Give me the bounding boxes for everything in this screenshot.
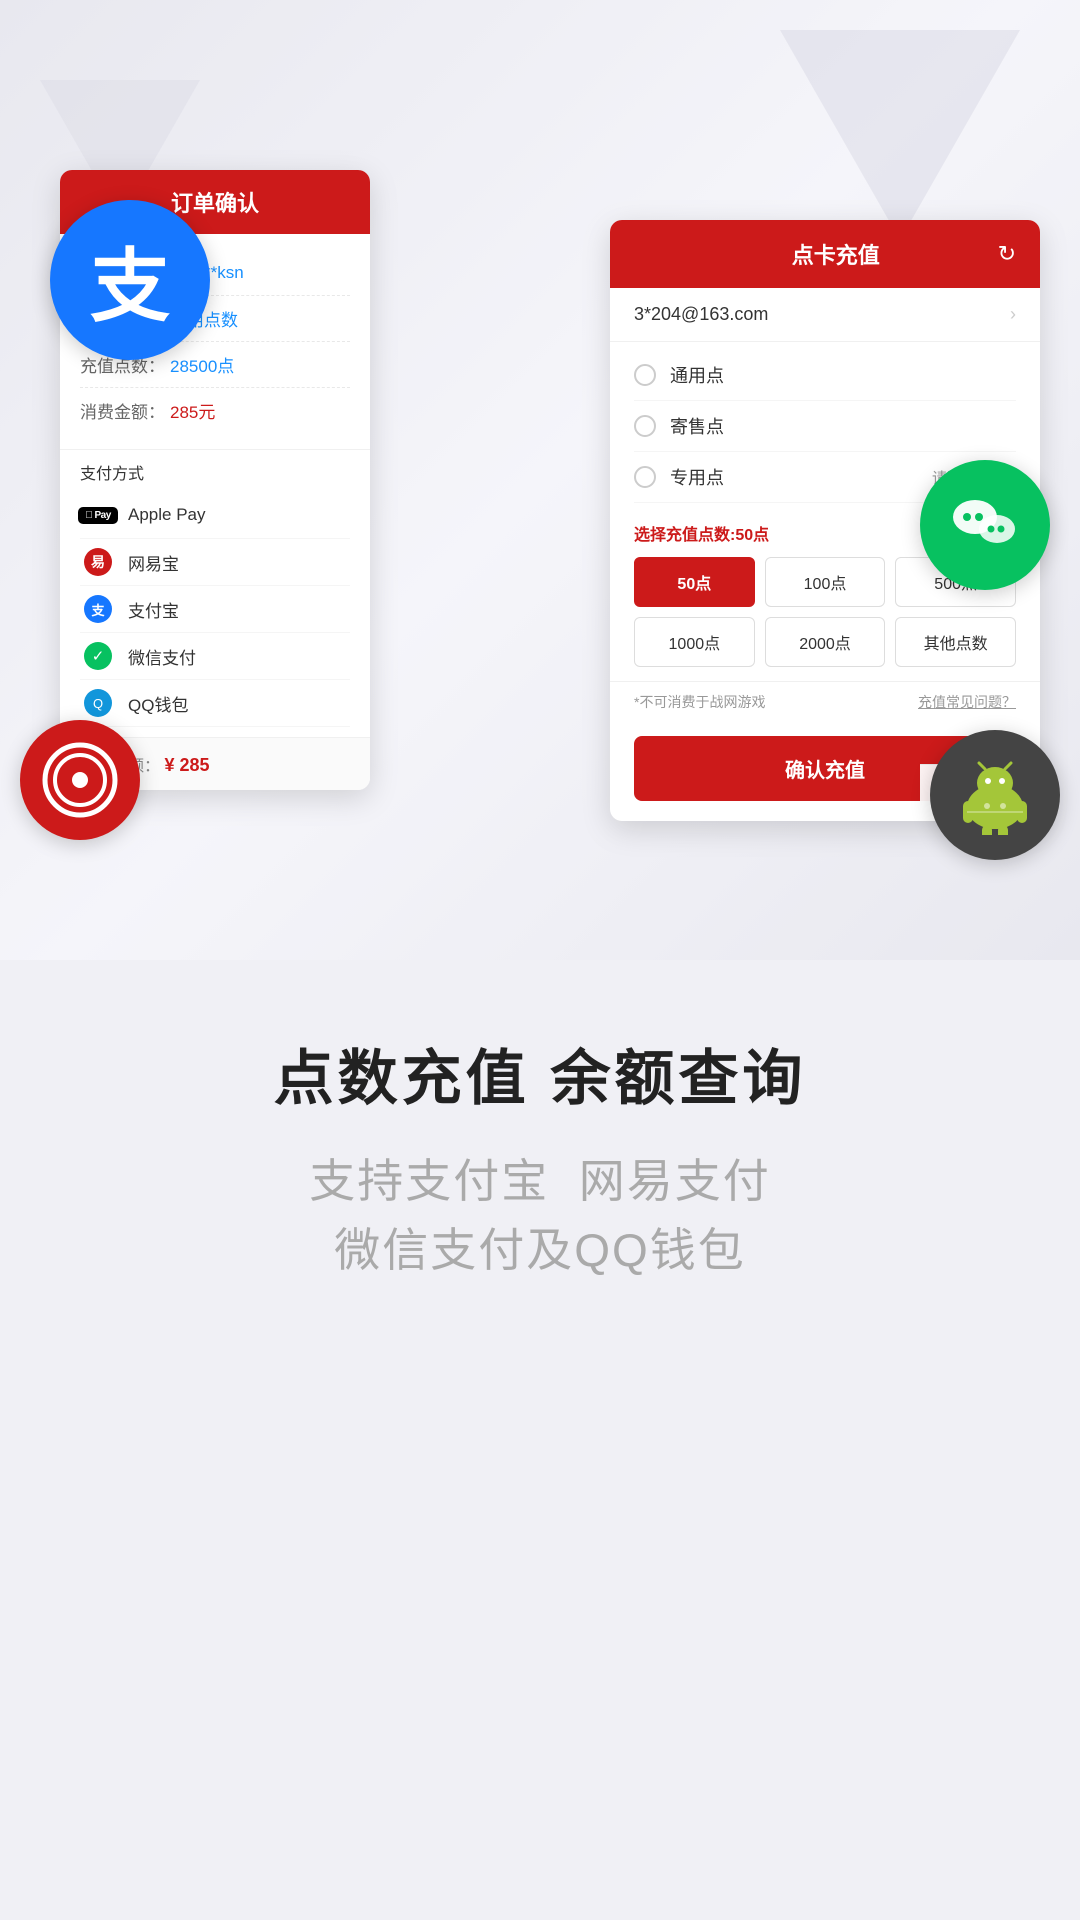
alipay-label: 支付宝 — [128, 597, 179, 622]
qq-icon-wrap: Q — [80, 690, 116, 716]
point-btn-50[interactable]: 50点 — [634, 557, 755, 607]
apple-pay-badge:  Pay — [78, 507, 118, 524]
radio-consignment — [634, 415, 656, 437]
wechat-pay-icon: ✓ — [84, 642, 112, 670]
point-type-general[interactable]: 通用点 — [634, 350, 1016, 401]
qq-pay-icon: Q — [84, 689, 112, 717]
refresh-button[interactable]: ↻ — [998, 241, 1016, 267]
wangyi-floating-logo — [20, 720, 140, 840]
amount-row: 消费金额： 285元 — [80, 388, 350, 433]
point-type-consignment-label: 寄售点 — [670, 413, 724, 439]
wangyi-icon-wrap: 易 — [80, 549, 116, 575]
point-recharge-title: 点卡充值 — [674, 238, 998, 270]
wangyi-pay-icon: 易 — [84, 548, 112, 576]
amount-label: 消费金额： — [80, 398, 170, 423]
wechat-logo-icon — [945, 485, 1025, 565]
main-title: 点数充值 余额查询 — [60, 1030, 1020, 1117]
android-floating-logo — [930, 730, 1060, 860]
wechat-icon-wrap: ✓ — [80, 643, 116, 669]
point-btn-2000[interactable]: 2000点 — [765, 617, 886, 667]
disclaimer-text: *不可消费于战网游戏 — [634, 692, 765, 712]
sub-title-line2: 微信支付及QQ钱包 — [334, 1224, 746, 1276]
amount-value: 285元 — [170, 398, 215, 423]
apple-pay-icon-wrap:  Pay — [80, 502, 116, 528]
bottom-section: 点数充值 余额查询 支持支付宝 网易支付 微信支付及QQ钱包 — [0, 980, 1080, 1365]
footer-amount: ¥ 285 — [164, 755, 209, 775]
wechat-logo — [920, 460, 1050, 590]
sub-title-line1: 支持支付宝 网易支付 — [309, 1155, 771, 1207]
point-type-general-label: 通用点 — [670, 362, 724, 388]
payment-wangyi[interactable]: 易 网易宝 — [80, 539, 350, 586]
payment-title: 支付方式 — [80, 460, 350, 484]
disclaimer-row: *不可消费于战网游戏 充值常见问题？ — [610, 682, 1040, 722]
payment-alipay[interactable]: 支 支付宝 — [80, 586, 350, 633]
payment-wechat[interactable]: ✓ 微信支付 — [80, 633, 350, 680]
point-count-selected: 50点 — [735, 527, 769, 544]
faq-link[interactable]: 充值常见问题？ — [918, 692, 1016, 712]
point-type-consignment[interactable]: 寄售点 — [634, 401, 1016, 452]
wechat-label: 微信支付 — [128, 644, 196, 669]
radio-special — [634, 466, 656, 488]
payment-section: 支付方式  Pay Apple Pay 易 网易宝 支 支付宝 — [60, 449, 370, 737]
points-value: 28500点 — [170, 352, 234, 377]
alipay-logo-char: 支 — [90, 222, 170, 338]
apple-pay-label: Apple Pay — [128, 505, 206, 525]
point-recharge-header: 点卡充值 ↻ — [610, 220, 1040, 288]
screenshots-area: 支 订单确认 充值帐号： Gto***ksn 充值类型： 通用点数 充值点数： … — [0, 0, 1080, 980]
wangyi-label: 网易宝 — [128, 550, 179, 575]
point-count-prefix: 选择充值点数: — [634, 527, 735, 544]
radio-general — [634, 364, 656, 386]
chevron-right-icon: › — [1010, 304, 1016, 325]
alipay-pay-icon: 支 — [84, 595, 112, 623]
point-btn-1000[interactable]: 1000点 — [634, 617, 755, 667]
payment-qq[interactable]: Q QQ钱包 — [80, 680, 350, 727]
email-display: 3*204@163.com — [634, 304, 768, 325]
point-btn-other[interactable]: 其他点数 — [895, 617, 1016, 667]
point-btn-100[interactable]: 100点 — [765, 557, 886, 607]
alipay-logo: 支 — [50, 200, 210, 360]
qq-label: QQ钱包 — [128, 691, 188, 716]
wangyi-logo-svg — [40, 740, 120, 820]
payment-apple-pay[interactable]:  Pay Apple Pay — [80, 492, 350, 539]
point-type-special-label: 专用点 — [670, 464, 724, 490]
email-row[interactable]: 3*204@163.com › — [610, 288, 1040, 342]
sub-title: 支持支付宝 网易支付 微信支付及QQ钱包 — [60, 1147, 1020, 1285]
android-logo-svg — [955, 755, 1035, 835]
alipay-icon-wrap: 支 — [80, 596, 116, 622]
